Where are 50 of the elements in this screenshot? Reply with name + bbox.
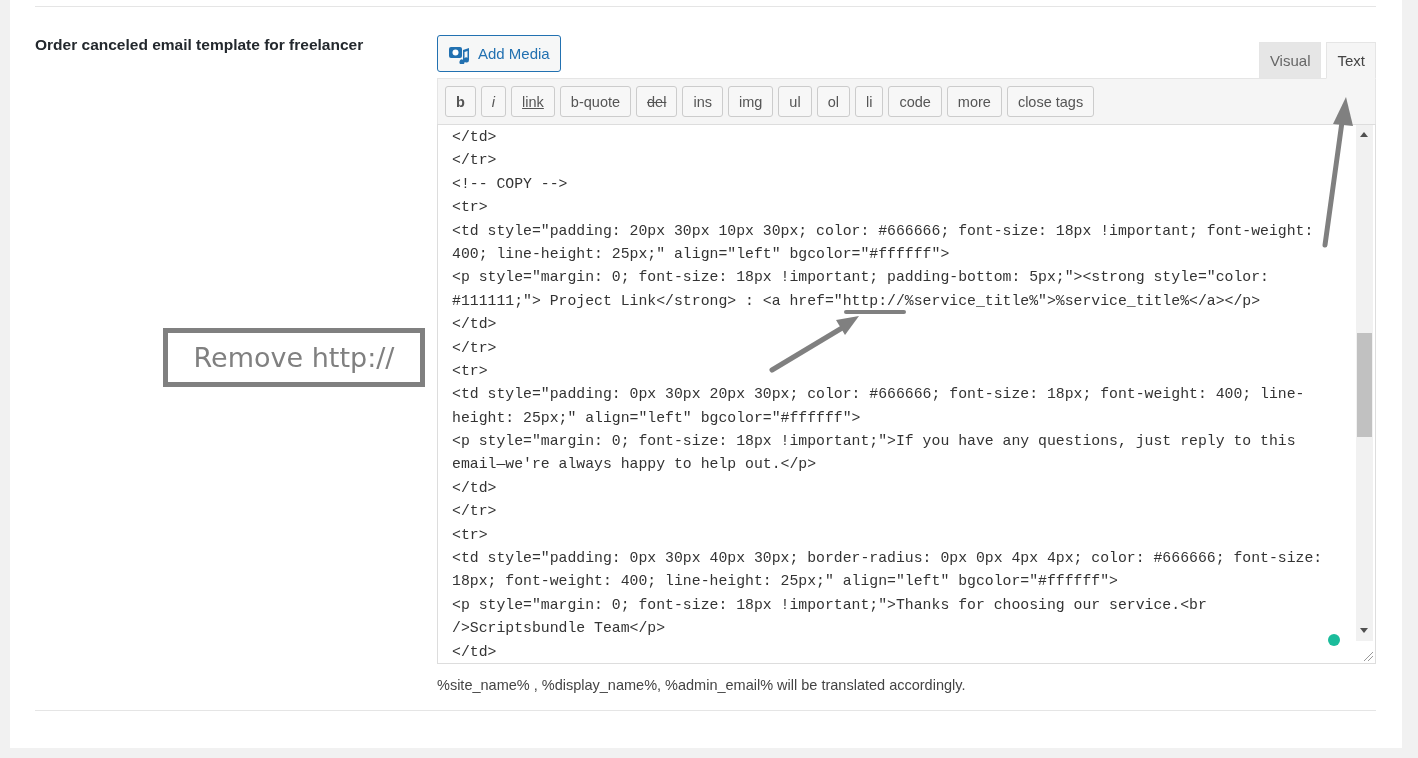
code-line: <p style="margin: 0; font-size: 18px !important;">If you have any questions, just reply to this: [452, 432, 1296, 451]
code-line: <tr>: [452, 361, 488, 380]
format-button[interactable]: img: [727, 86, 774, 117]
resize-grip-icon[interactable]: [1363, 651, 1373, 661]
format-button[interactable]: ins: [682, 86, 723, 117]
status-dot-icon: [1328, 634, 1340, 646]
code-line: <td style="padding: 0px 30px 20px 30px; color: #666666; font-size: 18px; font-weight: 400; line-: [452, 385, 1305, 404]
code-line: <p style="margin: 0; font-size: 18px !important; padding-bottom: 5px;"><strong style="color:: [452, 268, 1269, 287]
code-line: </tr>: [452, 502, 497, 521]
scroll-up-icon[interactable]: [1360, 132, 1368, 137]
format-button[interactable]: more: [946, 86, 1002, 117]
format-button[interactable]: li: [854, 86, 884, 117]
format-button[interactable]: i: [480, 86, 507, 117]
code-line: <td style="padding: 20px 30px 10px 30px; color: #666666; font-size: 18px !important; font-weight:: [452, 221, 1314, 240]
callout-box: Remove http://: [163, 328, 425, 387]
format-button[interactable]: close tags: [1006, 86, 1095, 117]
scrollbar[interactable]: [1356, 125, 1373, 641]
code-line: </td>: [452, 315, 497, 334]
format-button[interactable]: b: [445, 86, 476, 117]
code-editor-field[interactable]: [437, 124, 1376, 664]
format-button[interactable]: link: [511, 86, 555, 117]
code-line: </td>: [452, 478, 497, 497]
code-line: #111111;"> Project Link</strong> : <a href="http://%service_title%">%service_title%</a></p>: [452, 291, 1261, 310]
format-button[interactable]: ul: [778, 86, 812, 117]
code-line: <td style="padding: 0px 30px 40px 30px; border-radius: 0px 0px 4px 4px; color: #666666; font-size:: [452, 549, 1323, 568]
format-button[interactable]: b-quote: [559, 86, 632, 117]
scroll-down-icon[interactable]: [1360, 628, 1368, 633]
code-line: <tr>: [452, 525, 488, 544]
code-line: </tr>: [452, 338, 497, 357]
format-button[interactable]: ol: [816, 86, 850, 117]
code-line: <p style="margin: 0; font-size: 18px !important;">Thanks for choosing our service.<br: [452, 595, 1207, 614]
code-line: <tr>: [452, 198, 488, 217]
code-line: </tr>: [452, 151, 497, 170]
description-text: %site_name% , %display_name%, %admin_email% will be translated accordingly.: [437, 677, 967, 693]
format-button[interactable]: del: [636, 86, 678, 117]
code-line: email—we're always happy to help out.</p>: [452, 455, 817, 474]
code-line: 400; line-height: 25px;" align="left" bgcolor="#ffffff">: [452, 244, 950, 263]
code-line: height: 25px;" align="left" bgcolor="#ffffff">: [452, 408, 861, 427]
scroll-thumb[interactable]: [1357, 333, 1372, 437]
code-line: </td>: [452, 128, 497, 146]
editor-tab[interactable]: Text: [1326, 42, 1376, 79]
code-line: </td>: [452, 642, 497, 661]
format-button[interactable]: code: [888, 86, 942, 117]
code-line: 18px; font-weight: 400; line-height: 25px;" align="left" bgcolor="#ffffff">: [452, 572, 1118, 591]
field-label: Order canceled email template for freelancer: [35, 36, 364, 53]
editor-tab[interactable]: Visual: [1258, 42, 1322, 79]
code-line: />Scriptsbundle Team</p>: [452, 619, 666, 638]
code-line: <!-- COPY -->: [452, 174, 568, 193]
add-media-button[interactable]: Add Media: [437, 35, 561, 72]
highlight-underline: [844, 310, 906, 314]
